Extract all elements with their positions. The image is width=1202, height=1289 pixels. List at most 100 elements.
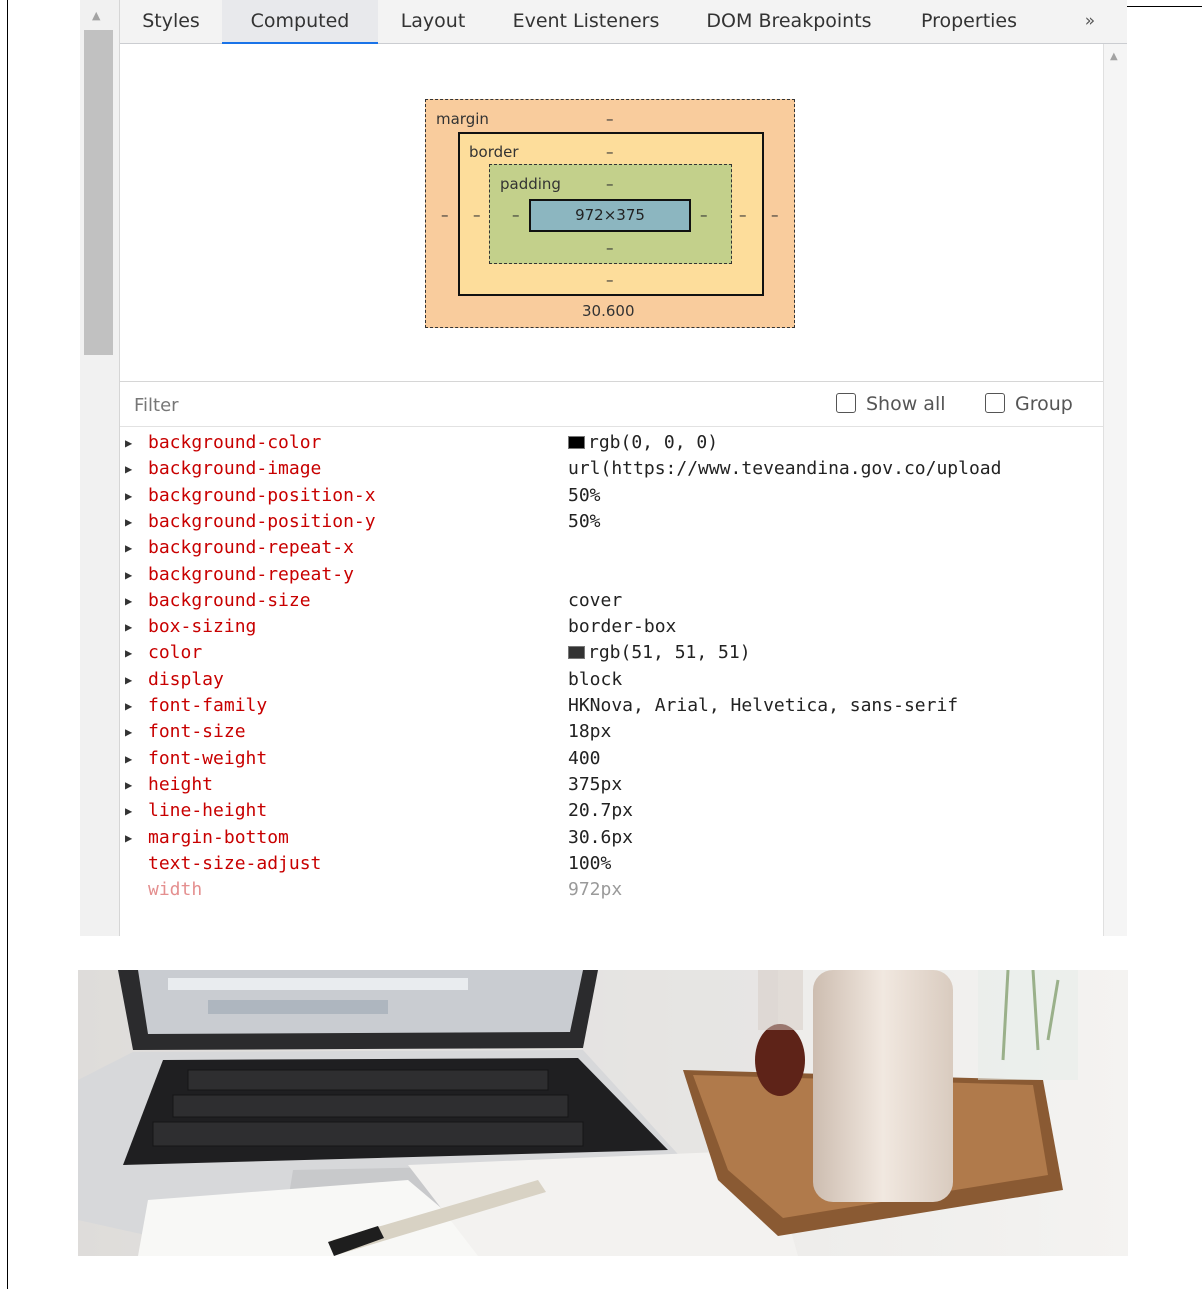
margin-bottom-value[interactable]: 30.600 [582,302,635,320]
computed-property-row[interactable]: ▶ background-color rgb(0, 0, 0) [120,430,1103,456]
property-value: 18px [568,719,1103,745]
computed-property-row[interactable]: ▶ font-family HKNova, Arial, Helvetica, sa… [120,693,1103,719]
property-name: display [148,668,224,690]
property-name: background-size [148,589,311,611]
computed-property-row[interactable]: ▶ font-weight 400 [120,746,1103,772]
computed-property-row[interactable]: width 972px [120,877,1103,903]
expand-triangle-icon[interactable]: ▶ [125,798,132,824]
computed-property-row[interactable]: ▶ margin-bottom 30.6px [120,825,1103,851]
computed-property-row[interactable]: ▶ font-size 18px [120,719,1103,745]
padding-top-value[interactable]: – [606,175,614,193]
expand-triangle-icon[interactable]: ▶ [125,562,132,588]
property-value-text: 20.7px [568,800,634,822]
tab-event-listeners[interactable]: Event Listeners [488,0,684,44]
property-value: 30.6px [568,825,1103,851]
computed-property-row[interactable]: ▶ color rgb(51, 51, 51) [120,640,1103,666]
more-tabs-icon[interactable]: » [1070,0,1110,44]
border-left-value[interactable]: – [473,206,481,224]
expand-triangle-icon[interactable]: ▶ [125,588,132,614]
property-value: 400 [568,746,1103,772]
color-swatch[interactable] [568,646,585,660]
margin-left-value[interactable]: – [441,206,449,224]
property-name: margin-bottom [148,826,289,848]
expand-triangle-icon[interactable]: ▶ [125,456,132,482]
show-all-checkbox[interactable]: Show all [836,393,946,417]
scroll-up-arrow-icon[interactable]: ▲ [1110,52,1118,62]
expand-triangle-icon[interactable]: ▶ [125,614,132,640]
property-value-text: rgb(51, 51, 51) [588,642,751,664]
tab-dom-breakpoints[interactable]: DOM Breakpoints [684,0,894,44]
computed-property-row[interactable]: text-size-adjust 100% [120,851,1103,877]
expand-triangle-icon[interactable]: ▶ [125,667,132,693]
property-value-text: 375px [568,773,623,795]
expand-triangle-icon[interactable]: ▶ [125,719,132,745]
padding-left-value[interactable]: – [512,206,520,224]
computed-property-row[interactable]: ▶ box-sizing border-box [120,614,1103,640]
property-name: line-height [148,800,268,822]
expand-triangle-icon[interactable]: ▶ [125,746,132,772]
computed-property-row[interactable]: ▶ background-image url(https://www.teveand… [120,456,1103,482]
expand-triangle-icon[interactable]: ▶ [125,535,132,561]
computed-property-row[interactable]: ▶ background-repeat-y [120,562,1103,588]
color-swatch[interactable] [568,436,585,449]
property-value: url(https://www.teveandina.gov.co/upload [568,456,1103,482]
computed-property-row[interactable]: ▶ background-repeat-x [120,535,1103,561]
scroll-up-arrow-icon[interactable]: ▲ [92,10,100,21]
property-name: background-repeat-x [148,537,354,559]
scrollbar-thumb[interactable] [84,30,113,355]
property-name: background-image [148,458,322,480]
expand-triangle-icon[interactable]: ▶ [125,640,132,666]
property-name: background-color [148,432,322,453]
computed-property-row[interactable]: ▶ height 375px [120,772,1103,798]
expand-triangle-icon[interactable]: ▶ [125,483,132,509]
property-name: color [148,642,203,664]
computed-property-row[interactable]: ▶ background-size cover [120,588,1103,614]
property-value-text: 50% [568,484,601,506]
property-value-text: HKNova, Arial, Helvetica, sans-serif [568,695,959,716]
padding-bottom-value[interactable]: – [606,239,614,257]
property-value-text: 100% [568,852,612,874]
filter-input[interactable] [134,392,634,418]
tab-layout[interactable]: Layout [378,0,488,44]
property-value-text: border-box [568,616,677,638]
border-label: border [469,143,519,161]
property-name: height [148,773,214,795]
show-all-label: Show all [866,393,946,415]
inner-scrollbar[interactable]: ▲ [1103,44,1127,936]
expand-triangle-icon[interactable]: ▶ [125,693,132,719]
margin-right-value[interactable]: – [771,206,779,224]
computed-pane: 972×375 margin – – – 30.600 border – – –… [120,44,1103,936]
content-box[interactable]: 972×375 [529,199,691,232]
expand-triangle-icon[interactable]: ▶ [125,430,132,456]
expand-triangle-icon[interactable]: ▶ [125,509,132,535]
property-name: background-repeat-y [148,563,354,585]
property-name: font-weight [148,747,268,769]
padding-label: padding [500,175,561,193]
property-value: 20.7px [568,798,1103,824]
margin-top-value[interactable]: – [606,110,614,128]
property-name: width [148,879,203,901]
property-value-text: 18px [568,721,612,743]
tab-computed[interactable]: Computed [222,0,378,44]
outer-scrollbar[interactable]: ▲ [80,0,120,936]
show-all-checkbox-box[interactable] [836,393,856,413]
tab-styles[interactable]: Styles [120,0,222,44]
property-value: rgb(51, 51, 51) [568,640,1103,666]
computed-property-row[interactable]: ▶ background-position-y 50% [120,509,1103,535]
expand-triangle-icon[interactable]: ▶ [125,825,132,851]
margin-label: margin [436,110,489,128]
group-checkbox-box[interactable] [985,393,1005,413]
tab-properties[interactable]: Properties [894,0,1044,44]
padding-right-value[interactable]: – [700,206,708,224]
expand-triangle-icon[interactable]: ▶ [125,772,132,798]
property-value: 375px [568,772,1103,798]
devtools-panel: ▲ Styles Computed Layout Event Listeners… [80,0,1127,936]
property-value-text: 30.6px [568,826,634,848]
group-checkbox[interactable]: Group [985,393,1073,417]
border-bottom-value[interactable]: – [606,271,614,289]
computed-property-row[interactable]: ▶ display block [120,667,1103,693]
border-top-value[interactable]: – [606,143,614,161]
computed-property-row[interactable]: ▶ background-position-x 50% [120,483,1103,509]
border-right-value[interactable]: – [739,206,747,224]
computed-property-row[interactable]: ▶ line-height 20.7px [120,798,1103,824]
